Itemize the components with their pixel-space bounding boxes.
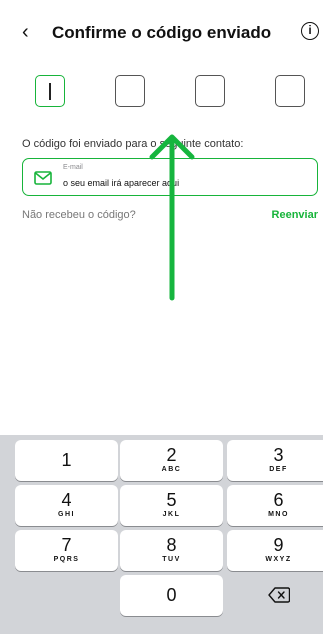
delete-key[interactable] xyxy=(227,575,323,616)
key-9[interactable]: 9 WXYZ xyxy=(227,530,323,571)
key-4[interactable]: 4 GHI xyxy=(15,485,118,526)
key-empty xyxy=(15,575,118,616)
key-1[interactable]: 1 xyxy=(15,440,118,481)
key-7[interactable]: 7 PQRS xyxy=(15,530,118,571)
numeric-keyboard: 1 2 ABC 3 DEF 4 GHI 5 JKL 6 MNO 7 PQRS 8 TUV 9W… xyxy=(0,435,323,634)
key-8[interactable]: 8 TUV xyxy=(120,530,223,571)
backspace-icon xyxy=(267,587,290,603)
key-0[interactable]: 0 xyxy=(120,575,223,616)
key-2[interactable]: 2 ABC xyxy=(120,440,223,481)
key-5[interactable]: 5 JKL xyxy=(120,485,223,526)
key-3[interactable]: 3 DEF xyxy=(227,440,323,481)
key-6[interactable]: 6 MNO xyxy=(227,485,323,526)
